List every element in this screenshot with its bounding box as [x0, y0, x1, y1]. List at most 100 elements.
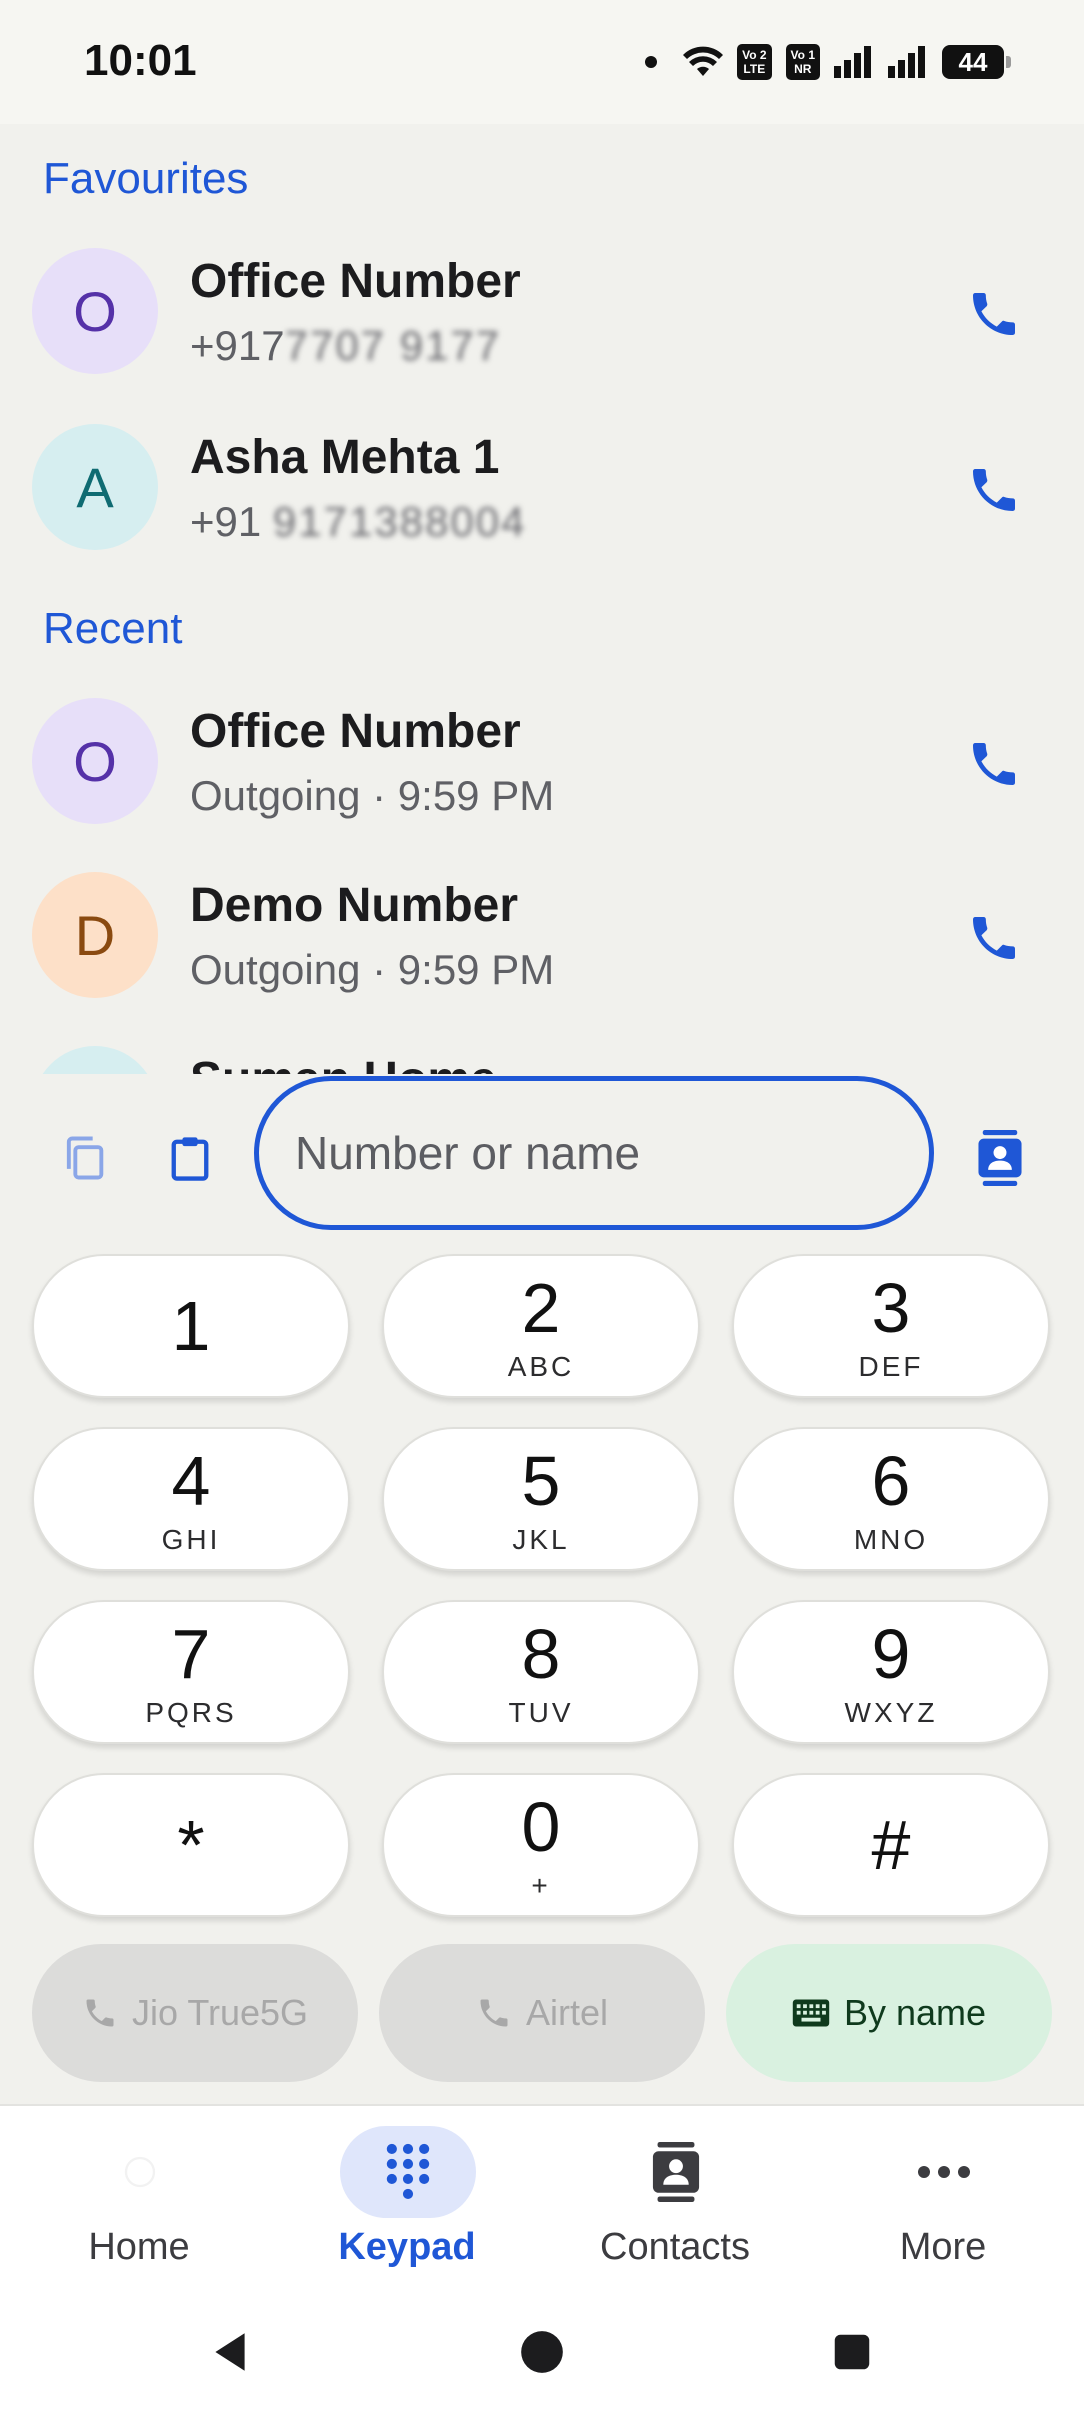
key-letters: ABC — [507, 1351, 575, 1382]
key-letters: MNO — [853, 1524, 929, 1555]
nav-contacts-pill — [608, 2126, 744, 2218]
key-letters: TUV — [508, 1697, 574, 1728]
notification-dot-icon — [645, 56, 658, 68]
number-prefix: +917 — [190, 322, 285, 369]
call-detail: Outgoing · 9:59 PM — [190, 772, 555, 819]
copy-icon — [66, 1136, 104, 1180]
contact-number: +91 9171388004 — [190, 498, 527, 546]
nav-more-pill — [876, 2126, 1012, 2218]
recent-row-demo[interactable]: D Demo Number Outgoing · 9:59 PM — [0, 852, 1084, 1022]
by-name-button[interactable]: By name — [726, 1944, 1052, 2082]
key-2[interactable]: 2 ABC — [382, 1254, 700, 1398]
key-letters: JKL — [512, 1524, 570, 1555]
key-letters: PQRS — [145, 1697, 237, 1728]
number-prefix: +91 — [190, 498, 262, 545]
call-jio-button[interactable]: Jio True5G — [32, 1944, 358, 2082]
sim1-volte-icon: Vo 2 LTE — [737, 44, 772, 80]
nav-home[interactable]: Home — [4, 2106, 274, 2296]
key-digit: 2 — [521, 1269, 561, 1347]
nav-keypad-pill — [340, 2126, 476, 2218]
nav-home-label: Home — [88, 2226, 190, 2268]
system-navigation-bar — [0, 2294, 1084, 2412]
recents-icon — [834, 2334, 870, 2370]
call-airtel-button[interactable]: Airtel — [379, 1944, 705, 2082]
key-digit: # — [871, 1806, 911, 1884]
favourites-heading: Favourites — [43, 154, 249, 203]
nav-contacts[interactable]: Contacts — [540, 2106, 810, 2296]
call-button[interactable] — [954, 724, 1034, 804]
recent-heading: Recent — [43, 604, 183, 653]
number-masked: 9171388004 — [272, 498, 527, 545]
key-5[interactable]: 5 JKL — [382, 1427, 700, 1571]
more-icon — [918, 2166, 970, 2178]
number-or-name-input[interactable] — [254, 1076, 934, 1230]
call-button[interactable] — [954, 274, 1034, 354]
nav-keypad-label: Keypad — [338, 2226, 476, 2268]
nav-keypad[interactable]: Keypad — [272, 2106, 542, 2296]
key-star[interactable]: * — [32, 1773, 350, 1917]
key-0[interactable]: 0 + — [382, 1773, 700, 1917]
signal-strength-icon — [834, 46, 871, 78]
key-digit: * — [177, 1806, 205, 1884]
key-8[interactable]: 8 TUV — [382, 1600, 700, 1744]
paste-button[interactable] — [160, 1128, 220, 1188]
recent-row-suman[interactable]: S Suman Home — [0, 1026, 1084, 1074]
contact-name: Suman Home — [190, 1052, 497, 1074]
key-digit: 9 — [871, 1615, 911, 1693]
call-button[interactable] — [954, 898, 1034, 978]
contacts-shortcut-button[interactable] — [970, 1128, 1030, 1188]
key-digit: 1 — [171, 1287, 211, 1365]
key-7[interactable]: 7 PQRS — [32, 1600, 350, 1744]
home-icon — [124, 2156, 156, 2188]
favourite-row-asha[interactable]: A Asha Mehta 1 +91 9171388004 — [0, 404, 1084, 574]
system-recents-button[interactable] — [822, 2322, 882, 2382]
favourite-row-office[interactable]: O Office Number +9177707 9177 — [0, 228, 1084, 398]
sim2-chip-top: Vo 1 — [790, 48, 815, 62]
phone-icon — [86, 1999, 114, 2027]
contacts-icon — [652, 2142, 700, 2202]
copy-button[interactable] — [54, 1128, 114, 1188]
key-digit: 6 — [871, 1442, 911, 1520]
key-letters: + — [531, 1870, 551, 1901]
contact-number: +9177707 9177 — [190, 322, 501, 370]
contacts-list[interactable]: Favourites O Office Number +9177707 9177… — [0, 124, 1084, 1074]
sim1-chip-top: Vo 2 — [742, 48, 767, 62]
key-4[interactable]: 4 GHI — [32, 1427, 350, 1571]
key-3[interactable]: 3 DEF — [732, 1254, 1050, 1398]
avatar: D — [32, 872, 158, 998]
contact-name: Asha Mehta 1 — [190, 431, 500, 484]
sim1-chip-bottom: LTE — [743, 62, 766, 76]
back-icon — [215, 2333, 245, 2371]
key-digit: 0 — [521, 1788, 561, 1866]
bottom-navigation: Home Keypad Contacts More — [0, 2104, 1084, 2294]
by-name-label: By name — [843, 1992, 987, 2033]
phone-icon — [973, 293, 1015, 335]
call-button[interactable] — [954, 450, 1034, 530]
sim1-label: Jio True5G — [131, 1992, 309, 2033]
key-hash[interactable]: # — [732, 1773, 1050, 1917]
recent-row-office[interactable]: O Office Number Outgoing · 9:59 PM — [0, 678, 1084, 848]
system-back-button[interactable] — [200, 2322, 260, 2382]
sim2-chip-bottom: NR — [794, 62, 812, 76]
wifi-icon — [683, 46, 724, 76]
status-icons: Vo 2 LTE Vo 1 NR 44 — [645, 38, 1011, 86]
home-circle-icon — [521, 2331, 563, 2373]
nav-more[interactable]: More — [808, 2106, 1078, 2296]
status-bar: 10:01 Vo 2 LTE Vo 1 NR 44 — [0, 0, 1084, 124]
key-digit: 4 — [171, 1442, 211, 1520]
key-9[interactable]: 9 WXYZ — [732, 1600, 1050, 1744]
avatar: A — [32, 424, 158, 550]
status-time: 10:01 — [84, 36, 197, 85]
dialpad-icon — [386, 2143, 430, 2199]
key-1[interactable]: 1 — [32, 1254, 350, 1398]
key-6[interactable]: 6 MNO — [732, 1427, 1050, 1571]
contact-name: Office Number — [190, 255, 521, 308]
key-letters: GHI — [161, 1524, 221, 1555]
sim2-label: Airtel — [525, 1992, 609, 2033]
system-home-button[interactable] — [512, 2322, 572, 2382]
clipboard-icon — [171, 1137, 209, 1181]
phone-icon — [973, 917, 1015, 959]
avatar: S — [32, 1046, 158, 1074]
contact-name: Demo Number — [190, 879, 519, 932]
keyboard-icon — [792, 1999, 830, 2027]
